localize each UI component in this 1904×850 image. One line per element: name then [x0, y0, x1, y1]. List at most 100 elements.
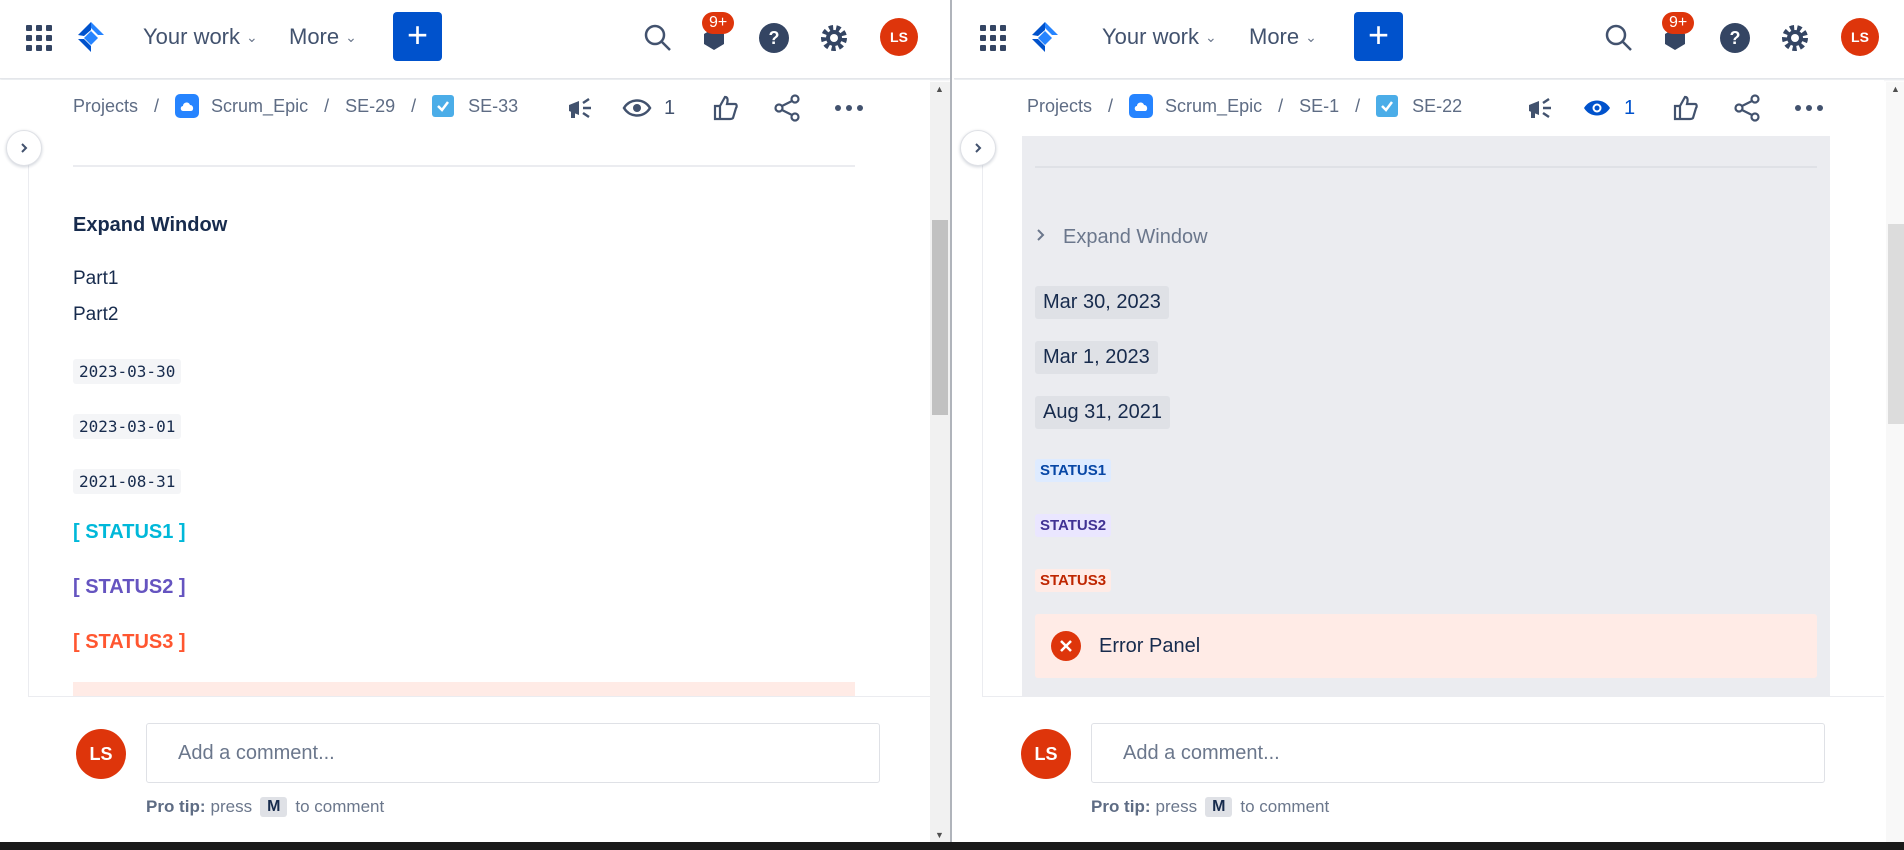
- chevron-down-icon: ⌄: [1305, 28, 1317, 45]
- breadcrumb-projects[interactable]: Projects: [73, 96, 138, 117]
- settings-gear-icon[interactable]: [1777, 20, 1813, 56]
- your-work-label: Your work: [143, 24, 241, 49]
- vertical-scrollbar[interactable]: ▲ ▼: [930, 82, 950, 842]
- app-switcher-icon[interactable]: [980, 25, 1006, 51]
- more-menu[interactable]: More ⌄: [289, 24, 357, 50]
- your-work-menu[interactable]: Your work ⌄: [143, 24, 258, 50]
- status-text: [ STATUS1 ]: [73, 521, 186, 543]
- expand-toggle[interactable]: Expand Window: [1035, 226, 1208, 249]
- jira-logo-icon[interactable]: [1028, 20, 1062, 59]
- pro-tip: Pro tip: press M to comment: [1091, 797, 1329, 817]
- create-button[interactable]: +: [393, 12, 442, 61]
- breadcrumb-parent-issue[interactable]: SE-1: [1299, 96, 1339, 117]
- user-avatar[interactable]: LS: [1841, 18, 1879, 56]
- status-text: [ STATUS3 ]: [73, 631, 186, 653]
- breadcrumb-parent-issue[interactable]: SE-29: [345, 96, 395, 117]
- pro-tip-label: Pro tip:: [146, 797, 206, 816]
- like-thumbs-up-icon[interactable]: [705, 88, 745, 128]
- app-switcher-icon[interactable]: [26, 25, 52, 51]
- comment-input[interactable]: Add a comment...: [146, 723, 880, 783]
- status-lozenge: STATUS3: [1035, 569, 1112, 592]
- status-lozenge: STATUS2: [1035, 514, 1112, 537]
- expand-title: Expand Window: [1063, 226, 1208, 248]
- help-icon[interactable]: ?: [1717, 20, 1753, 56]
- error-panel-partial: [73, 682, 855, 696]
- breadcrumb-separator: /: [1355, 95, 1361, 116]
- issue-header: Projects / Scrum_Epic / SE-1 / SE-22 1: [954, 80, 1884, 136]
- issue-actions: 1: [1520, 88, 1851, 128]
- status-lozenge: STATUS1: [1035, 459, 1112, 482]
- scrollbar-thumb[interactable]: [932, 220, 948, 415]
- project-cloud-icon: [175, 94, 200, 118]
- more-actions-icon[interactable]: [1789, 88, 1829, 128]
- task-check-icon: [1376, 95, 1399, 117]
- text-line: Part2: [73, 304, 119, 325]
- date-chip[interactable]: Mar 30, 2023: [1035, 286, 1169, 319]
- issue-header: Projects / Scrum_Epic / SE-29 / SE-33 1: [0, 80, 930, 136]
- left-pane: Your work ⌄ More ⌄ + 9+ ? LS Projects / Sc…: [0, 0, 952, 842]
- more-menu[interactable]: More ⌄: [1249, 24, 1317, 50]
- status-text: [ STATUS2 ]: [73, 576, 186, 598]
- date-code: 2023-03-01: [73, 414, 182, 439]
- help-icon[interactable]: ?: [756, 20, 792, 56]
- search-icon[interactable]: [640, 20, 676, 56]
- right-pane: Your work ⌄ More ⌄ + 9+ ? LS Projects / Sc…: [954, 0, 1904, 842]
- pro-tip: Pro tip: press M to comment: [146, 797, 384, 817]
- breadcrumb-separator: /: [154, 95, 160, 116]
- breadcrumb-separator: /: [1278, 95, 1284, 116]
- watchers-count: 1: [1624, 96, 1636, 119]
- your-work-menu[interactable]: Your work ⌄: [1102, 24, 1217, 50]
- breadcrumb: Projects / Scrum_Epic / SE-1 / SE-22: [1027, 94, 1462, 118]
- date-code: 2023-03-30: [73, 359, 182, 384]
- pro-tip-press: press: [210, 797, 253, 816]
- comment-input[interactable]: Add a comment...: [1091, 723, 1825, 783]
- pro-tip-press: press: [1155, 797, 1198, 816]
- date-code: 2021-08-31: [73, 469, 182, 494]
- notifications-badge: 9+: [702, 12, 735, 34]
- date-chip[interactable]: Aug 31, 2021: [1035, 396, 1170, 429]
- watch-button[interactable]: 1: [622, 97, 675, 120]
- breadcrumb-issue[interactable]: SE-22: [1412, 96, 1462, 117]
- breadcrumb-separator: /: [1108, 95, 1114, 116]
- announcement-megaphone-icon[interactable]: [560, 88, 600, 128]
- search-icon[interactable]: [1601, 20, 1637, 56]
- jira-logo-icon[interactable]: [74, 20, 108, 59]
- create-button[interactable]: +: [1354, 12, 1403, 61]
- expand-sidebar-button[interactable]: [960, 130, 996, 166]
- scrollbar-thumb[interactable]: [1888, 224, 1904, 424]
- error-cross-icon: [1051, 631, 1081, 661]
- scroll-up-arrow-icon[interactable]: ▲: [1891, 84, 1900, 94]
- svg-text:?: ?: [1730, 28, 1741, 48]
- scroll-up-arrow-icon[interactable]: ▲: [935, 84, 944, 94]
- announcement-megaphone-icon[interactable]: [1520, 88, 1560, 128]
- scroll-down-arrow-icon[interactable]: ▼: [935, 830, 944, 840]
- breadcrumb-separator: /: [411, 95, 417, 116]
- issue-actions: 1: [560, 88, 891, 128]
- more-actions-icon[interactable]: [829, 88, 869, 128]
- pro-tip-tail: to comment: [1240, 797, 1330, 816]
- chevron-down-icon: ⌄: [345, 28, 357, 45]
- breadcrumb-project[interactable]: Scrum_Epic: [211, 96, 308, 117]
- issue-description: Expand Window Part1 Part2 2023-03-30 202…: [28, 136, 930, 696]
- vertical-scrollbar[interactable]: ▲: [1886, 82, 1904, 842]
- date-chip[interactable]: Mar 1, 2023: [1035, 341, 1158, 374]
- comment-footer: LS Add a comment... Pro tip: press M to …: [982, 696, 1884, 842]
- task-check-icon: [432, 95, 455, 117]
- chevron-right-icon: [1035, 228, 1047, 247]
- error-panel: Error Panel: [1035, 614, 1817, 678]
- like-thumbs-up-icon[interactable]: [1665, 88, 1705, 128]
- commenter-avatar: LS: [1021, 729, 1071, 779]
- breadcrumb-issue[interactable]: SE-33: [468, 96, 518, 117]
- settings-gear-icon[interactable]: [816, 20, 852, 56]
- share-icon[interactable]: [767, 88, 807, 128]
- user-avatar[interactable]: LS: [880, 18, 918, 56]
- watch-button[interactable]: 1: [1582, 97, 1635, 120]
- share-icon[interactable]: [1727, 88, 1767, 128]
- issue-description: Expand Window Mar 30, 2023 Mar 1, 2023 A…: [1022, 136, 1830, 696]
- breadcrumb-projects[interactable]: Projects: [1027, 96, 1092, 117]
- breadcrumb-project[interactable]: Scrum_Epic: [1165, 96, 1262, 117]
- expand-sidebar-button[interactable]: [6, 130, 42, 166]
- commenter-avatar: LS: [76, 729, 126, 779]
- more-label: More: [1249, 24, 1300, 49]
- eye-icon: [1584, 100, 1610, 116]
